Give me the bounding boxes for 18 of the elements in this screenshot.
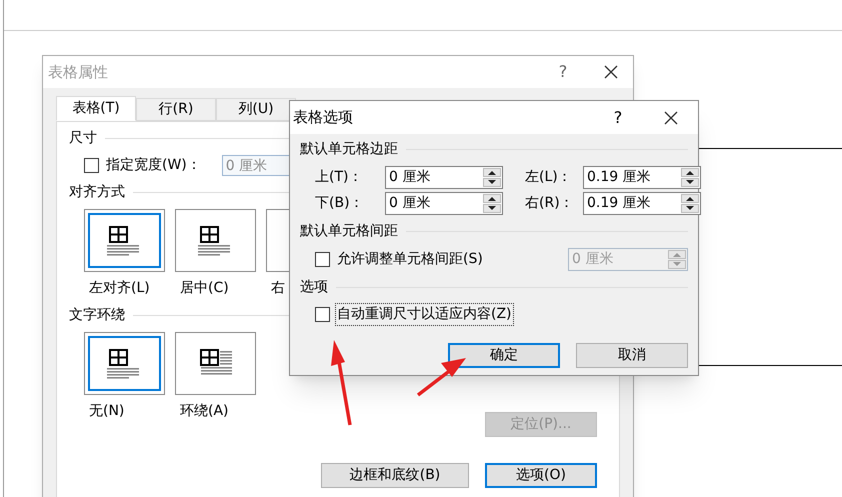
section-heading: 默认单元格间距	[300, 222, 398, 241]
section-heading: 文字环绕	[69, 306, 125, 325]
field-label: 左(L)：	[524, 168, 573, 187]
checkbox-label: 允许调整单元格间距(S)	[336, 250, 484, 269]
checkbox-label: 指定宽度(W)：	[105, 156, 202, 175]
option-label: 环绕(A)	[179, 402, 229, 421]
option-label: 右	[270, 279, 285, 298]
option-label: 无(N)	[88, 402, 124, 421]
dialog-title: 表格选项	[293, 107, 354, 128]
window-title: 表格属性	[48, 62, 109, 83]
field-label: 右(R)：	[524, 194, 575, 213]
option-label: 左对齐(L)	[88, 279, 150, 298]
field-label: 下(B)：	[315, 194, 365, 213]
section-heading: 选项	[300, 278, 328, 297]
section-heading: 尺寸	[69, 129, 97, 148]
checkbox-label: 自动重调尺寸以适应内容(Z)	[336, 304, 513, 325]
section-heading: 对齐方式	[69, 183, 125, 202]
option-label: 居中(C)	[179, 279, 229, 298]
